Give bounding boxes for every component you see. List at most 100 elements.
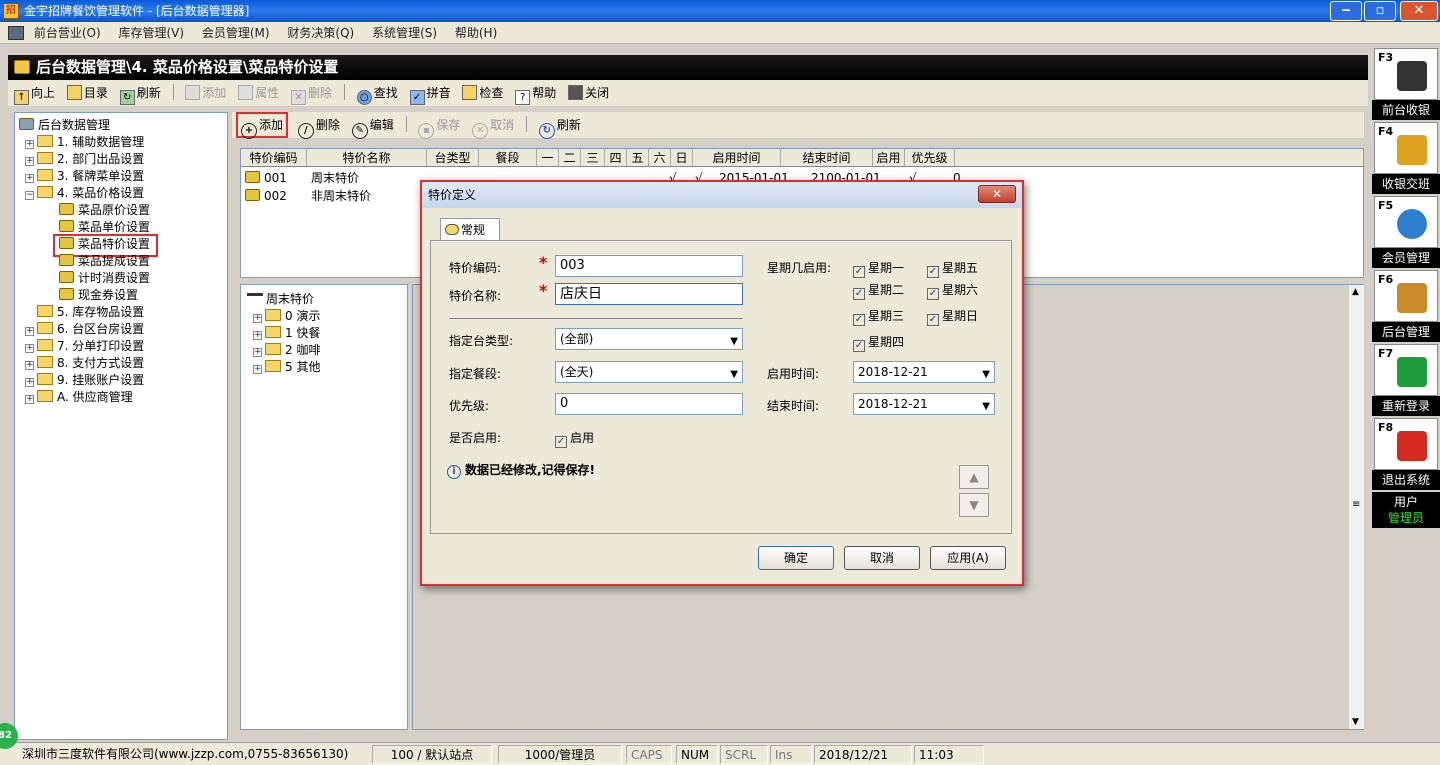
expand-icon[interactable]: + xyxy=(253,348,262,357)
dropdown-arrow-icon[interactable]: ▼ xyxy=(982,397,990,417)
col-header-tue[interactable]: 二 xyxy=(559,149,581,167)
checkbox-monday[interactable]: ✓ 星期一 xyxy=(853,259,904,278)
menu-finance[interactable]: 财务决策(Q) xyxy=(287,26,354,40)
dialog-titlebar[interactable]: 特价定义 ✕ xyxy=(422,182,1022,208)
tree-item-dept-output[interactable]: +2. 部门出品设置 xyxy=(19,151,227,168)
delete-record-button[interactable]: / 删除 xyxy=(297,112,340,139)
help-button[interactable]: ? 帮助 xyxy=(515,80,556,106)
tree-subitem-original-price[interactable]: 菜品原价设置 xyxy=(19,202,227,219)
properties-button-disabled[interactable]: 属性 xyxy=(238,80,279,106)
vertical-scrollbar[interactable]: ▲ ≡ ▼ xyxy=(1348,285,1364,729)
tree-item-inventory[interactable]: 5. 库存物品设置 xyxy=(19,304,227,321)
expand-icon[interactable]: + xyxy=(25,378,34,387)
category-tree[interactable]: 周末特价 +0 演示 +1 快餐 +2 咖啡 +5 其他 xyxy=(240,284,408,730)
cancel-button[interactable]: 取消 xyxy=(844,546,920,570)
tree2-item-other[interactable]: +5 其他 xyxy=(247,359,407,376)
col-header-wed[interactable]: 三 xyxy=(581,149,605,167)
close-button[interactable]: ✕ xyxy=(1400,1,1438,21)
expand-icon[interactable]: + xyxy=(253,365,262,374)
expand-icon[interactable]: + xyxy=(253,314,262,323)
checkbox-tuesday[interactable]: ✓ 星期二 xyxy=(853,281,904,300)
start-date-picker[interactable]: 2018-12-21 ▼ xyxy=(853,361,995,383)
edit-record-button[interactable]: ✎ 编辑 xyxy=(351,112,394,139)
expand-icon[interactable]: + xyxy=(25,327,34,336)
scroll-down-icon[interactable]: ▼ xyxy=(1352,717,1359,727)
tree-subitem-unit-price[interactable]: 菜品单价设置 xyxy=(19,219,227,236)
col-header-enabled[interactable]: 启用 xyxy=(873,149,905,167)
expand-icon[interactable]: + xyxy=(25,174,34,183)
f5-members-button[interactable]: F5 xyxy=(1374,196,1438,248)
menu-system[interactable]: 系统管理(S) xyxy=(372,26,437,40)
col-header-priority[interactable]: 优先级 xyxy=(905,149,955,167)
f7-relogin-button[interactable]: F7 xyxy=(1374,344,1438,396)
tree-item-payment[interactable]: +8. 支付方式设置 xyxy=(19,355,227,372)
col-header-name[interactable]: 特价名称 xyxy=(307,149,427,167)
expand-icon[interactable]: + xyxy=(25,140,34,149)
checkbox-sunday[interactable]: ✓ 星期日 xyxy=(927,307,978,326)
col-header-mon[interactable]: 一 xyxy=(537,149,559,167)
refresh-button[interactable]: ↻ 刷新 xyxy=(119,80,161,106)
tree-item-credit-accounts[interactable]: +9. 挂账账户设置 xyxy=(19,372,227,389)
checkbox-wednesday[interactable]: ✓ 星期三 xyxy=(853,307,904,326)
name-input[interactable]: 店庆日 xyxy=(555,283,743,305)
scroll-up-icon[interactable]: ▲ xyxy=(1352,287,1359,297)
expand-icon[interactable]: + xyxy=(253,331,262,340)
pinyin-button[interactable]: ✓ 拼音 xyxy=(409,80,451,106)
tree2-item-fastfood[interactable]: +1 快餐 xyxy=(247,325,407,342)
tree-item-suppliers[interactable]: + A. 供应商管理 xyxy=(19,389,227,406)
checkbox-saturday[interactable]: ✓ 星期六 xyxy=(927,281,978,300)
maximize-button[interactable]: ▫ xyxy=(1364,1,1396,21)
menu-inventory[interactable]: 库存管理(V) xyxy=(118,26,184,40)
f6-backend-button[interactable]: F6 xyxy=(1374,270,1438,322)
check-button[interactable]: 检查 xyxy=(462,80,503,106)
dropdown-arrow-icon[interactable]: ▼ xyxy=(982,365,990,385)
tab-general[interactable]: 常规 xyxy=(440,218,500,242)
expand-icon[interactable]: + xyxy=(25,395,34,404)
cancel-record-button-disabled[interactable]: ✕ 取消 xyxy=(472,112,514,139)
end-date-picker[interactable]: 2018-12-21 ▼ xyxy=(853,393,995,415)
menu-front-desk[interactable]: 前台营业(O) xyxy=(34,26,101,40)
minimize-button[interactable]: ‒ xyxy=(1330,1,1362,21)
tree2-item-coffee[interactable]: +2 咖啡 xyxy=(247,342,407,359)
checkbox-friday[interactable]: ✓ 星期五 xyxy=(927,259,978,278)
col-header-table-type[interactable]: 台类型 xyxy=(427,149,479,167)
tree-item-price-settings[interactable]: −4. 菜品价格设置 xyxy=(19,185,227,202)
priority-input[interactable]: 0 xyxy=(555,393,743,415)
col-header-start[interactable]: 启用时间 xyxy=(693,149,781,167)
f3-cashier-button[interactable]: F3 xyxy=(1374,48,1438,100)
save-record-button-disabled[interactable]: ▪ 保存 xyxy=(418,112,460,139)
f4-handover-button[interactable]: F4 xyxy=(1374,122,1438,174)
nav-tree[interactable]: 后台数据管理 +1. 辅助数据管理 +2. 部门出品设置 +3. 餐牌菜单设置 … xyxy=(14,112,228,740)
apply-button[interactable]: 应用(A) xyxy=(930,546,1006,570)
collapse-icon[interactable]: − xyxy=(25,191,34,200)
tree-subitem-commission[interactable]: 菜品提成设置 xyxy=(19,253,227,270)
tree-item-tables[interactable]: +6. 台区台房设置 xyxy=(19,321,227,338)
tree-subitem-cash-coupon[interactable]: 现金券设置 xyxy=(19,287,227,304)
delete-button-disabled[interactable]: ✕ 删除 xyxy=(291,80,332,106)
col-header-sat[interactable]: 六 xyxy=(649,149,671,167)
refresh-records-button[interactable]: ↻ 刷新 xyxy=(538,112,581,139)
expand-icon[interactable]: + xyxy=(25,361,34,370)
tree2-item-demo[interactable]: +0 演示 xyxy=(247,308,407,325)
col-header-sun[interactable]: 日 xyxy=(671,149,693,167)
code-input[interactable]: 003 xyxy=(555,255,743,277)
f8-exit-button[interactable]: F8 xyxy=(1374,418,1438,470)
col-header-period[interactable]: 餐段 xyxy=(479,149,537,167)
find-button[interactable]: ○ 查找 xyxy=(356,80,398,106)
move-up-button[interactable]: ▲ xyxy=(959,465,989,489)
col-header-code[interactable]: 特价编码 xyxy=(241,149,307,167)
col-header-thu[interactable]: 四 xyxy=(605,149,627,167)
tree-item-aux-data[interactable]: +1. 辅助数据管理 xyxy=(19,134,227,151)
move-down-button[interactable]: ▼ xyxy=(959,493,989,517)
enabled-checkbox[interactable]: ✓ 启用 xyxy=(555,429,594,448)
tree-item-menu-settings[interactable]: +3. 餐牌菜单设置 xyxy=(19,168,227,185)
tree-root[interactable]: 后台数据管理 xyxy=(19,117,227,134)
dialog-close-button[interactable]: ✕ xyxy=(978,185,1016,203)
period-select[interactable]: (全天) ▼ xyxy=(555,361,743,383)
menu-help[interactable]: 帮助(H) xyxy=(455,26,497,40)
tree2-root[interactable]: 周末特价 xyxy=(247,291,407,308)
dropdown-arrow-icon[interactable]: ▼ xyxy=(730,332,738,352)
col-header-fri[interactable]: 五 xyxy=(627,149,649,167)
app-menu-icon[interactable] xyxy=(8,26,24,40)
add-record-button[interactable]: + 添加 xyxy=(236,112,289,139)
